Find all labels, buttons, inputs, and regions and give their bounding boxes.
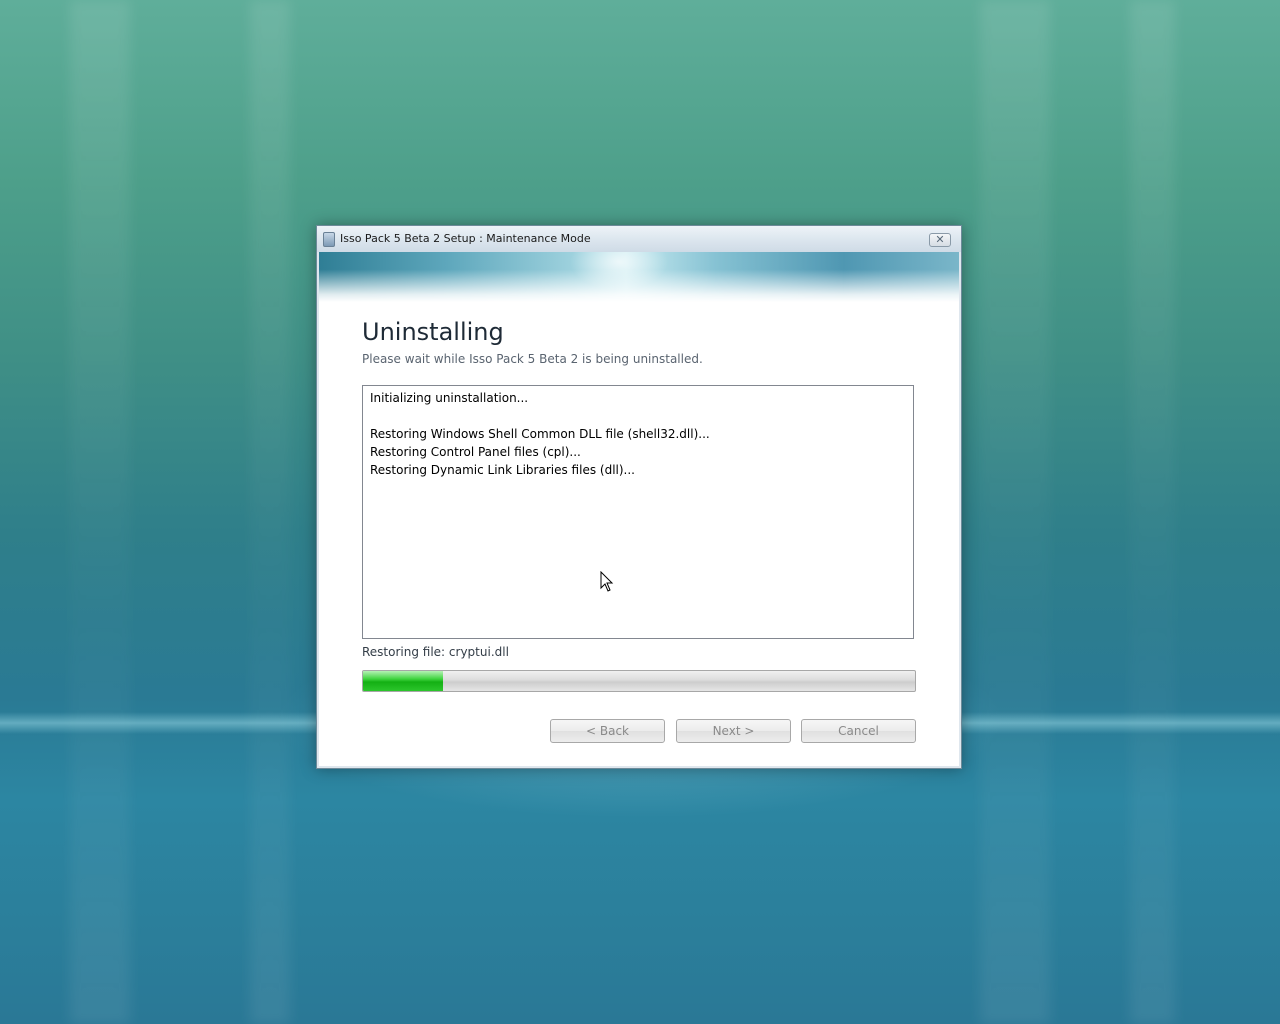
setup-app-icon	[323, 232, 335, 247]
next-button[interactable]: Next >	[676, 719, 791, 743]
log-line: Restoring Control Panel files (cpl)...	[370, 445, 581, 459]
window-titlebar[interactable]: Isso Pack 5 Beta 2 Setup : Maintenance M…	[317, 226, 961, 252]
uninstall-progress-bar	[362, 670, 916, 692]
window-title: Isso Pack 5 Beta 2 Setup : Maintenance M…	[340, 232, 591, 245]
page-subtitle: Please wait while Isso Pack 5 Beta 2 is …	[362, 352, 703, 366]
back-button[interactable]: < Back	[550, 719, 665, 743]
mouse-pointer-icon	[600, 571, 614, 592]
background-light-streak	[980, 0, 1050, 1024]
setup-dialog-window: Isso Pack 5 Beta 2 Setup : Maintenance M…	[316, 225, 962, 769]
background-light-streak	[250, 0, 290, 1024]
log-line: Initializing uninstallation...	[370, 391, 529, 405]
close-icon: ✕	[935, 233, 945, 246]
progress-bar-fill	[363, 671, 444, 691]
desktop-background: Isso Pack 5 Beta 2 Setup : Maintenance M…	[0, 0, 1280, 1024]
log-line: Restoring Windows Shell Common DLL file …	[370, 427, 710, 441]
background-light-streak	[70, 0, 130, 1024]
background-light-streak	[1130, 0, 1175, 1024]
current-file-status: Restoring file: cryptui.dll	[362, 645, 509, 659]
header-banner-fade	[319, 252, 959, 302]
uninstall-log-box[interactable]: Initializing uninstallation... Restoring…	[362, 385, 914, 639]
cancel-button[interactable]: Cancel	[801, 719, 916, 743]
dialog-client-area: Uninstalling Please wait while Isso Pack…	[319, 252, 959, 766]
log-line: Restoring Dynamic Link Libraries files (…	[370, 463, 635, 477]
close-button[interactable]: ✕	[929, 233, 951, 247]
page-title: Uninstalling	[362, 318, 504, 346]
